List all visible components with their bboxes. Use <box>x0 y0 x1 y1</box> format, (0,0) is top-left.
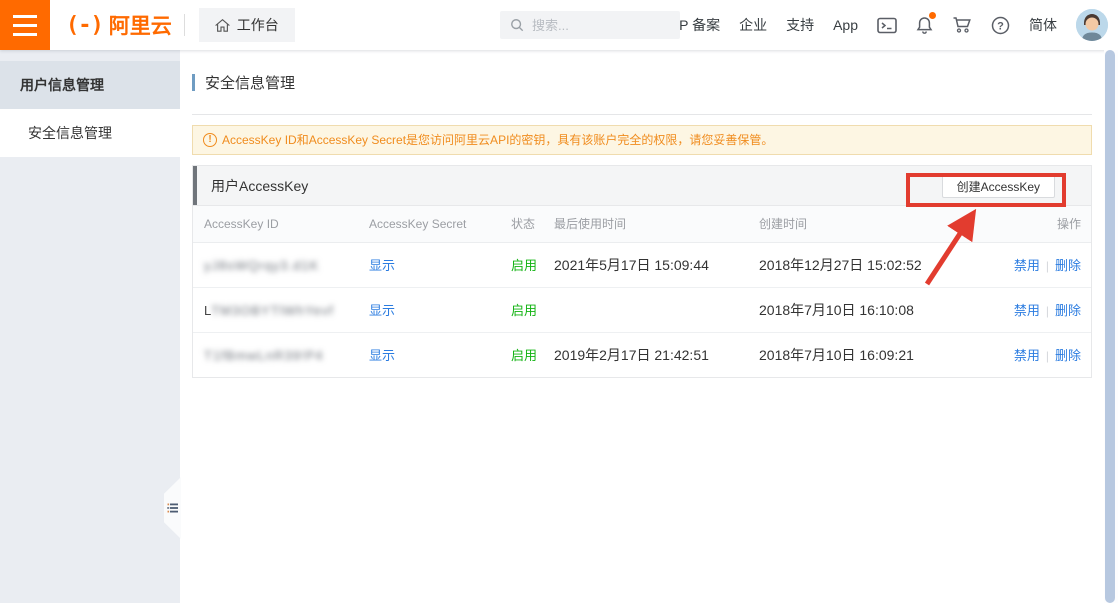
workbench-button[interactable]: 工作台 <box>199 8 295 42</box>
home-icon <box>215 18 230 33</box>
sidebar-collapse-toggle[interactable] <box>164 477 181 539</box>
table-row: LTM3OBYTlWhYevf 显示 启用 2018年7月10日 16:10:0… <box>193 287 1091 332</box>
disable-link[interactable]: 禁用 <box>1014 258 1040 273</box>
page-title: 安全信息管理 <box>192 72 1104 93</box>
created-time: 2018年7月10日 16:09:21 <box>759 332 991 377</box>
col-header-last-used: 最后使用时间 <box>554 206 759 242</box>
disable-link[interactable]: 禁用 <box>1014 303 1040 318</box>
table-header-row: AccessKey ID AccessKey Secret 状态 最后使用时间 … <box>193 206 1091 242</box>
title-divider <box>192 114 1092 115</box>
warning-banner: ! AccessKey ID和AccessKey Secret是您访问阿里云AP… <box>192 125 1092 155</box>
help-icon[interactable]: ? <box>991 16 1010 35</box>
accesskey-id-cell: T1fBmwLnR39!P4 <box>193 332 369 377</box>
status-enabled: 启用 <box>511 258 537 273</box>
menu-item-support[interactable]: 支持 <box>786 15 814 35</box>
col-header-accesskey-id: AccessKey ID <box>193 206 369 242</box>
created-time: 2018年12月27日 15:02:52 <box>759 242 991 287</box>
show-secret-link[interactable]: 显示 <box>369 303 395 318</box>
aliyun-logo-text: 阿里云 <box>109 10 172 40</box>
status-enabled: 启用 <box>511 303 537 318</box>
vertical-scrollbar[interactable] <box>1104 50 1118 603</box>
action-divider: | <box>1046 259 1049 273</box>
disable-link[interactable]: 禁用 <box>1014 348 1040 363</box>
table-row: T1fBmwLnR39!P4 显示 启用 2019年2月17日 21:42:51… <box>193 332 1091 377</box>
navbar-divider <box>184 14 185 36</box>
user-avatar[interactable] <box>1076 9 1108 41</box>
show-secret-link[interactable]: 显示 <box>369 348 395 363</box>
search-icon <box>510 18 524 32</box>
redacted-accesskey-id: T1fBmwLnR39!P4 <box>204 348 324 363</box>
delete-link[interactable]: 删除 <box>1055 348 1081 363</box>
delete-link[interactable]: 删除 <box>1055 258 1081 273</box>
info-icon: ! <box>203 133 217 147</box>
title-accent-bar <box>192 74 195 91</box>
scrollbar-thumb[interactable] <box>1105 50 1115 603</box>
main-content: 安全信息管理 ! AccessKey ID和AccessKey Secret是您… <box>180 50 1104 603</box>
col-header-created: 创建时间 <box>759 206 991 242</box>
accesskey-card: 用户AccessKey 创建AccessKey AccessKey ID Acc… <box>192 165 1092 378</box>
action-divider: | <box>1046 304 1049 318</box>
sidebar-group-user-info[interactable]: 用户信息管理 <box>0 61 180 109</box>
notification-badge <box>929 12 936 19</box>
delete-link[interactable]: 删除 <box>1055 303 1081 318</box>
last-used-time: 2021年5月17日 15:09:44 <box>554 242 759 287</box>
console-terminal-icon[interactable] <box>877 17 897 34</box>
show-secret-link[interactable]: 显示 <box>369 258 395 273</box>
top-navbar: (-) 阿里云 工作台 费用 工单 ICP 备案 企业 支持 App <box>0 0 1118 50</box>
search-box[interactable] <box>500 11 680 39</box>
collapse-icon <box>167 502 179 514</box>
accesskey-card-header: 用户AccessKey 创建AccessKey <box>193 166 1091 206</box>
sidebar: 用户信息管理 安全信息管理 <box>0 50 180 603</box>
status-enabled: 启用 <box>511 348 537 363</box>
menu-item-enterprise[interactable]: 企业 <box>739 15 767 35</box>
accesskey-section-title: 用户AccessKey <box>211 176 308 196</box>
card-accent-bar <box>193 166 197 205</box>
col-header-accesskey-secret: AccessKey Secret <box>369 206 511 242</box>
aliyun-logo[interactable]: (-) 阿里云 <box>66 10 172 40</box>
sidebar-item-security-info[interactable]: 安全信息管理 <box>0 109 180 157</box>
accesskey-id-cell: LTM3OBYTlWhYevf <box>193 287 369 332</box>
page-title-text: 安全信息管理 <box>205 72 295 93</box>
last-used-time <box>554 287 759 332</box>
accesskey-table: AccessKey ID AccessKey Secret 状态 最后使用时间 … <box>193 206 1091 377</box>
last-used-time: 2019年2月17日 21:42:51 <box>554 332 759 377</box>
svg-text:?: ? <box>997 20 1004 32</box>
hamburger-menu-button[interactable] <box>0 0 50 50</box>
accesskey-id-cell: yJ8sWQrqy3.d1K <box>193 242 369 287</box>
menu-item-app[interactable]: App <box>833 17 858 33</box>
aliyun-logo-icon: (-) <box>66 13 103 38</box>
created-time: 2018年7月10日 16:10:08 <box>759 287 991 332</box>
col-header-actions: 操作 <box>991 206 1091 242</box>
create-accesskey-button[interactable]: 创建AccessKey <box>942 174 1055 198</box>
workbench-label: 工作台 <box>237 15 279 35</box>
table-row: yJ8sWQrqy3.d1K 显示 启用 2021年5月17日 15:09:44… <box>193 242 1091 287</box>
redacted-accesskey-id: yJ8sWQrqy3.d1K <box>204 258 319 273</box>
notification-bell-icon[interactable] <box>916 16 933 35</box>
col-header-status: 状态 <box>511 206 554 242</box>
cart-icon[interactable] <box>952 16 972 34</box>
warning-banner-text: AccessKey ID和AccessKey Secret是您访问阿里云API的… <box>222 126 773 154</box>
redacted-accesskey-id: TM3OBYTlWhYevf <box>211 303 334 318</box>
search-input[interactable] <box>532 18 662 33</box>
language-switch[interactable]: 简体 <box>1029 15 1057 35</box>
action-divider: | <box>1046 349 1049 363</box>
